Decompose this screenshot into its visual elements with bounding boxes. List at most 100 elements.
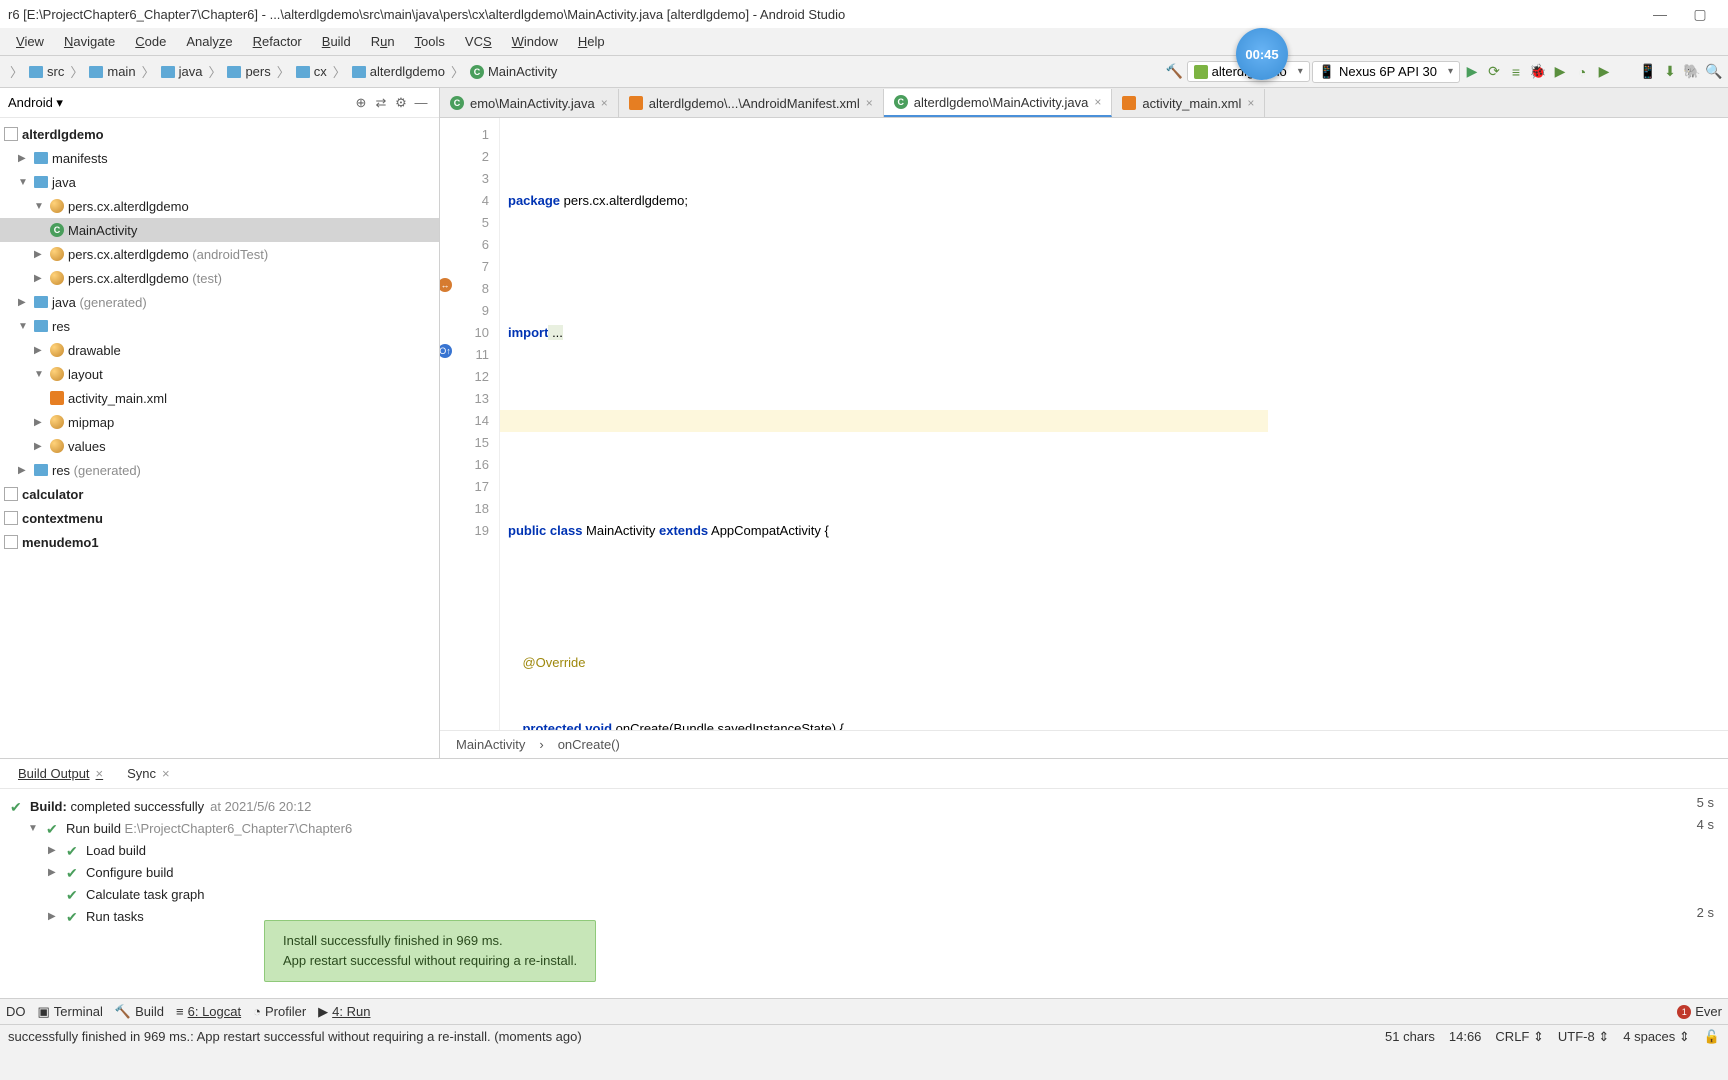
tree-values[interactable]: ▶values (0, 434, 439, 458)
tree-activity-main-xml[interactable]: activity_main.xml (0, 386, 439, 410)
editor-tabs: Cemo\MainActivity.java× alterdlgdemo\...… (440, 88, 1728, 118)
close-icon[interactable]: × (1094, 95, 1101, 109)
status-readonly-icon[interactable]: 🔓 (1704, 1029, 1720, 1045)
elephant-icon[interactable]: 🐘 (1682, 62, 1702, 82)
profile-icon[interactable]: ◔ (1572, 62, 1592, 82)
menu-vcs[interactable]: VCS (457, 32, 500, 51)
device-icon: 📱 (1319, 64, 1335, 80)
search-icon[interactable]: 🔍 (1704, 62, 1724, 82)
gear-icon[interactable]: ⚙ (391, 95, 411, 111)
hide-icon[interactable]: — (411, 95, 431, 110)
navigation-toolbar: 〉src 〉main 〉java 〉pers 〉cx 〉alterdlgdemo… (0, 56, 1728, 88)
tree-mainactivity[interactable]: CMainActivity (0, 218, 439, 242)
close-icon[interactable]: × (96, 766, 104, 781)
tree-layout[interactable]: ▼layout (0, 362, 439, 386)
tree-java-gen[interactable]: ▶java (generated) (0, 290, 439, 314)
build-tab-output[interactable]: Build Output× (8, 763, 113, 784)
close-icon[interactable]: × (1247, 96, 1254, 110)
tree-res[interactable]: ▼res (0, 314, 439, 338)
expand-all-icon[interactable]: ⇄ (371, 95, 391, 111)
tree-menudemo1[interactable]: menudemo1 (0, 530, 439, 554)
status-selection: 51 chars (1385, 1029, 1435, 1044)
package-icon (50, 271, 64, 285)
tree-res-gen[interactable]: ▶res (generated) (0, 458, 439, 482)
override-up-icon[interactable]: O↑ (440, 344, 452, 358)
build-body[interactable]: ✔Build: completed successfully at 2021/5… (0, 789, 1728, 998)
folder-icon (227, 66, 241, 78)
minimize-button[interactable]: — (1640, 6, 1680, 22)
menu-refactor[interactable]: Refactor (245, 32, 310, 51)
project-view-selector[interactable]: Android ▾ (8, 95, 63, 111)
coverage-icon[interactable]: ▶ (1550, 62, 1570, 82)
android-icon (1194, 65, 1208, 79)
menu-window[interactable]: Window (504, 32, 566, 51)
editor-breadcrumb[interactable]: MainActivity › onCreate() (440, 730, 1728, 758)
folder-icon (34, 296, 48, 308)
menu-build[interactable]: Build (314, 32, 359, 51)
breadcrumb-class[interactable]: MainActivity (456, 737, 525, 752)
tool-run[interactable]: ▶ 4: Run (318, 1004, 370, 1020)
tree-calculator[interactable]: calculator (0, 482, 439, 506)
device-dropdown[interactable]: 📱 Nexus 6P API 30 (1312, 61, 1460, 83)
tree-pkg-test[interactable]: ▶pers.cx.alterdlgdemo (test) (0, 266, 439, 290)
tree-manifests[interactable]: ▶manifests (0, 146, 439, 170)
gutter[interactable]: 1234567 8↔ 910 11O↑ 1213141516171819 (440, 118, 500, 730)
menu-analyze[interactable]: Analyze (178, 32, 240, 51)
tool-profiler[interactable]: ◔ Profiler (253, 1004, 306, 1019)
tree-pkg-main[interactable]: ▼pers.cx.alterdlgdemo (0, 194, 439, 218)
tool-build[interactable]: 🔨 Build (115, 1004, 164, 1020)
tree-contextmenu[interactable]: contextmenu (0, 506, 439, 530)
tree-mipmap[interactable]: ▶mipmap (0, 410, 439, 434)
tree-module[interactable]: alterdlgdemo (0, 122, 439, 146)
status-line-separator[interactable]: CRLF ⇕ (1495, 1029, 1543, 1045)
attach-debugger-icon[interactable]: ▶ (1594, 62, 1614, 82)
stop-icon[interactable] (1616, 62, 1636, 82)
check-icon: ✔ (66, 887, 80, 901)
status-indent[interactable]: 4 spaces ⇕ (1623, 1029, 1690, 1045)
tool-logcat[interactable]: ≡ 6: Logcat (176, 1004, 241, 1019)
install-toast: Install successfully finished in 969 ms.… (264, 920, 596, 982)
menu-view[interactable]: View (8, 32, 52, 51)
avd-manager-icon[interactable]: 📱 (1638, 62, 1658, 82)
status-caret-position[interactable]: 14:66 (1449, 1029, 1482, 1044)
menu-code[interactable]: Code (127, 32, 174, 51)
tool-terminal[interactable]: ▣ Terminal (38, 1004, 103, 1020)
override-gutter-icon[interactable]: ↔ (440, 278, 452, 292)
close-icon[interactable]: × (162, 766, 170, 781)
breadcrumb-method[interactable]: onCreate() (558, 737, 620, 752)
code-body[interactable]: package pers.cx.alterdlgdemo; import ...… (500, 118, 1728, 730)
status-bar: successfully finished in 969 ms.: App re… (0, 1024, 1728, 1048)
tree-pkg-androidtest[interactable]: ▶pers.cx.alterdlgdemo (androidTest) (0, 242, 439, 266)
apply-changes-icon[interactable]: ⟳ (1484, 62, 1504, 82)
debug-icon[interactable]: 🐞 (1528, 62, 1548, 82)
close-icon[interactable]: × (601, 96, 608, 110)
status-encoding[interactable]: UTF-8 ⇕ (1558, 1029, 1609, 1045)
menu-tools[interactable]: Tools (407, 32, 453, 51)
project-tree[interactable]: alterdlgdemo ▶manifests ▼java ▼pers.cx.a… (0, 118, 439, 758)
code-editor[interactable]: 1234567 8↔ 910 11O↑ 1213141516171819 pac… (440, 118, 1728, 730)
tree-java[interactable]: ▼java (0, 170, 439, 194)
sdk-manager-icon[interactable]: ⬇ (1660, 62, 1680, 82)
tab-androidmanifest[interactable]: alterdlgdemo\...\AndroidManifest.xml× (619, 89, 884, 117)
make-project-icon[interactable]: 🔨 (1165, 62, 1185, 82)
tab-mainactivity-2[interactable]: Calterdlgdemo\MainActivity.java× (884, 89, 1113, 117)
menu-bar: View Navigate Code Analyze Refactor Buil… (0, 28, 1728, 56)
menu-help[interactable]: Help (570, 32, 613, 51)
project-panel: Android ▾ ⊕ ⇄ ⚙ — alterdlgdemo ▶manifest… (0, 88, 440, 758)
run-icon[interactable]: ▶ (1462, 62, 1482, 82)
apply-code-icon[interactable]: ≡ (1506, 62, 1526, 82)
menu-run[interactable]: Run (363, 32, 403, 51)
chevron-right-icon: › (539, 737, 543, 752)
tab-mainactivity-1[interactable]: Cemo\MainActivity.java× (440, 89, 619, 117)
maximize-button[interactable]: ▢ (1680, 6, 1720, 23)
package-icon (50, 367, 64, 381)
close-icon[interactable]: × (866, 96, 873, 110)
tab-activity-main-xml[interactable]: activity_main.xml× (1112, 89, 1265, 117)
tree-drawable[interactable]: ▶drawable (0, 338, 439, 362)
tool-todo[interactable]: DO (6, 1004, 26, 1019)
select-opened-icon[interactable]: ⊕ (351, 95, 371, 111)
menu-navigate[interactable]: Navigate (56, 32, 123, 51)
tool-event-log[interactable]: 1 Ever (1677, 1004, 1722, 1019)
build-tab-sync[interactable]: Sync× (117, 763, 180, 784)
breadcrumb-chain[interactable]: 〉src 〉main 〉java 〉pers 〉cx 〉alterdlgdemo… (4, 62, 561, 81)
